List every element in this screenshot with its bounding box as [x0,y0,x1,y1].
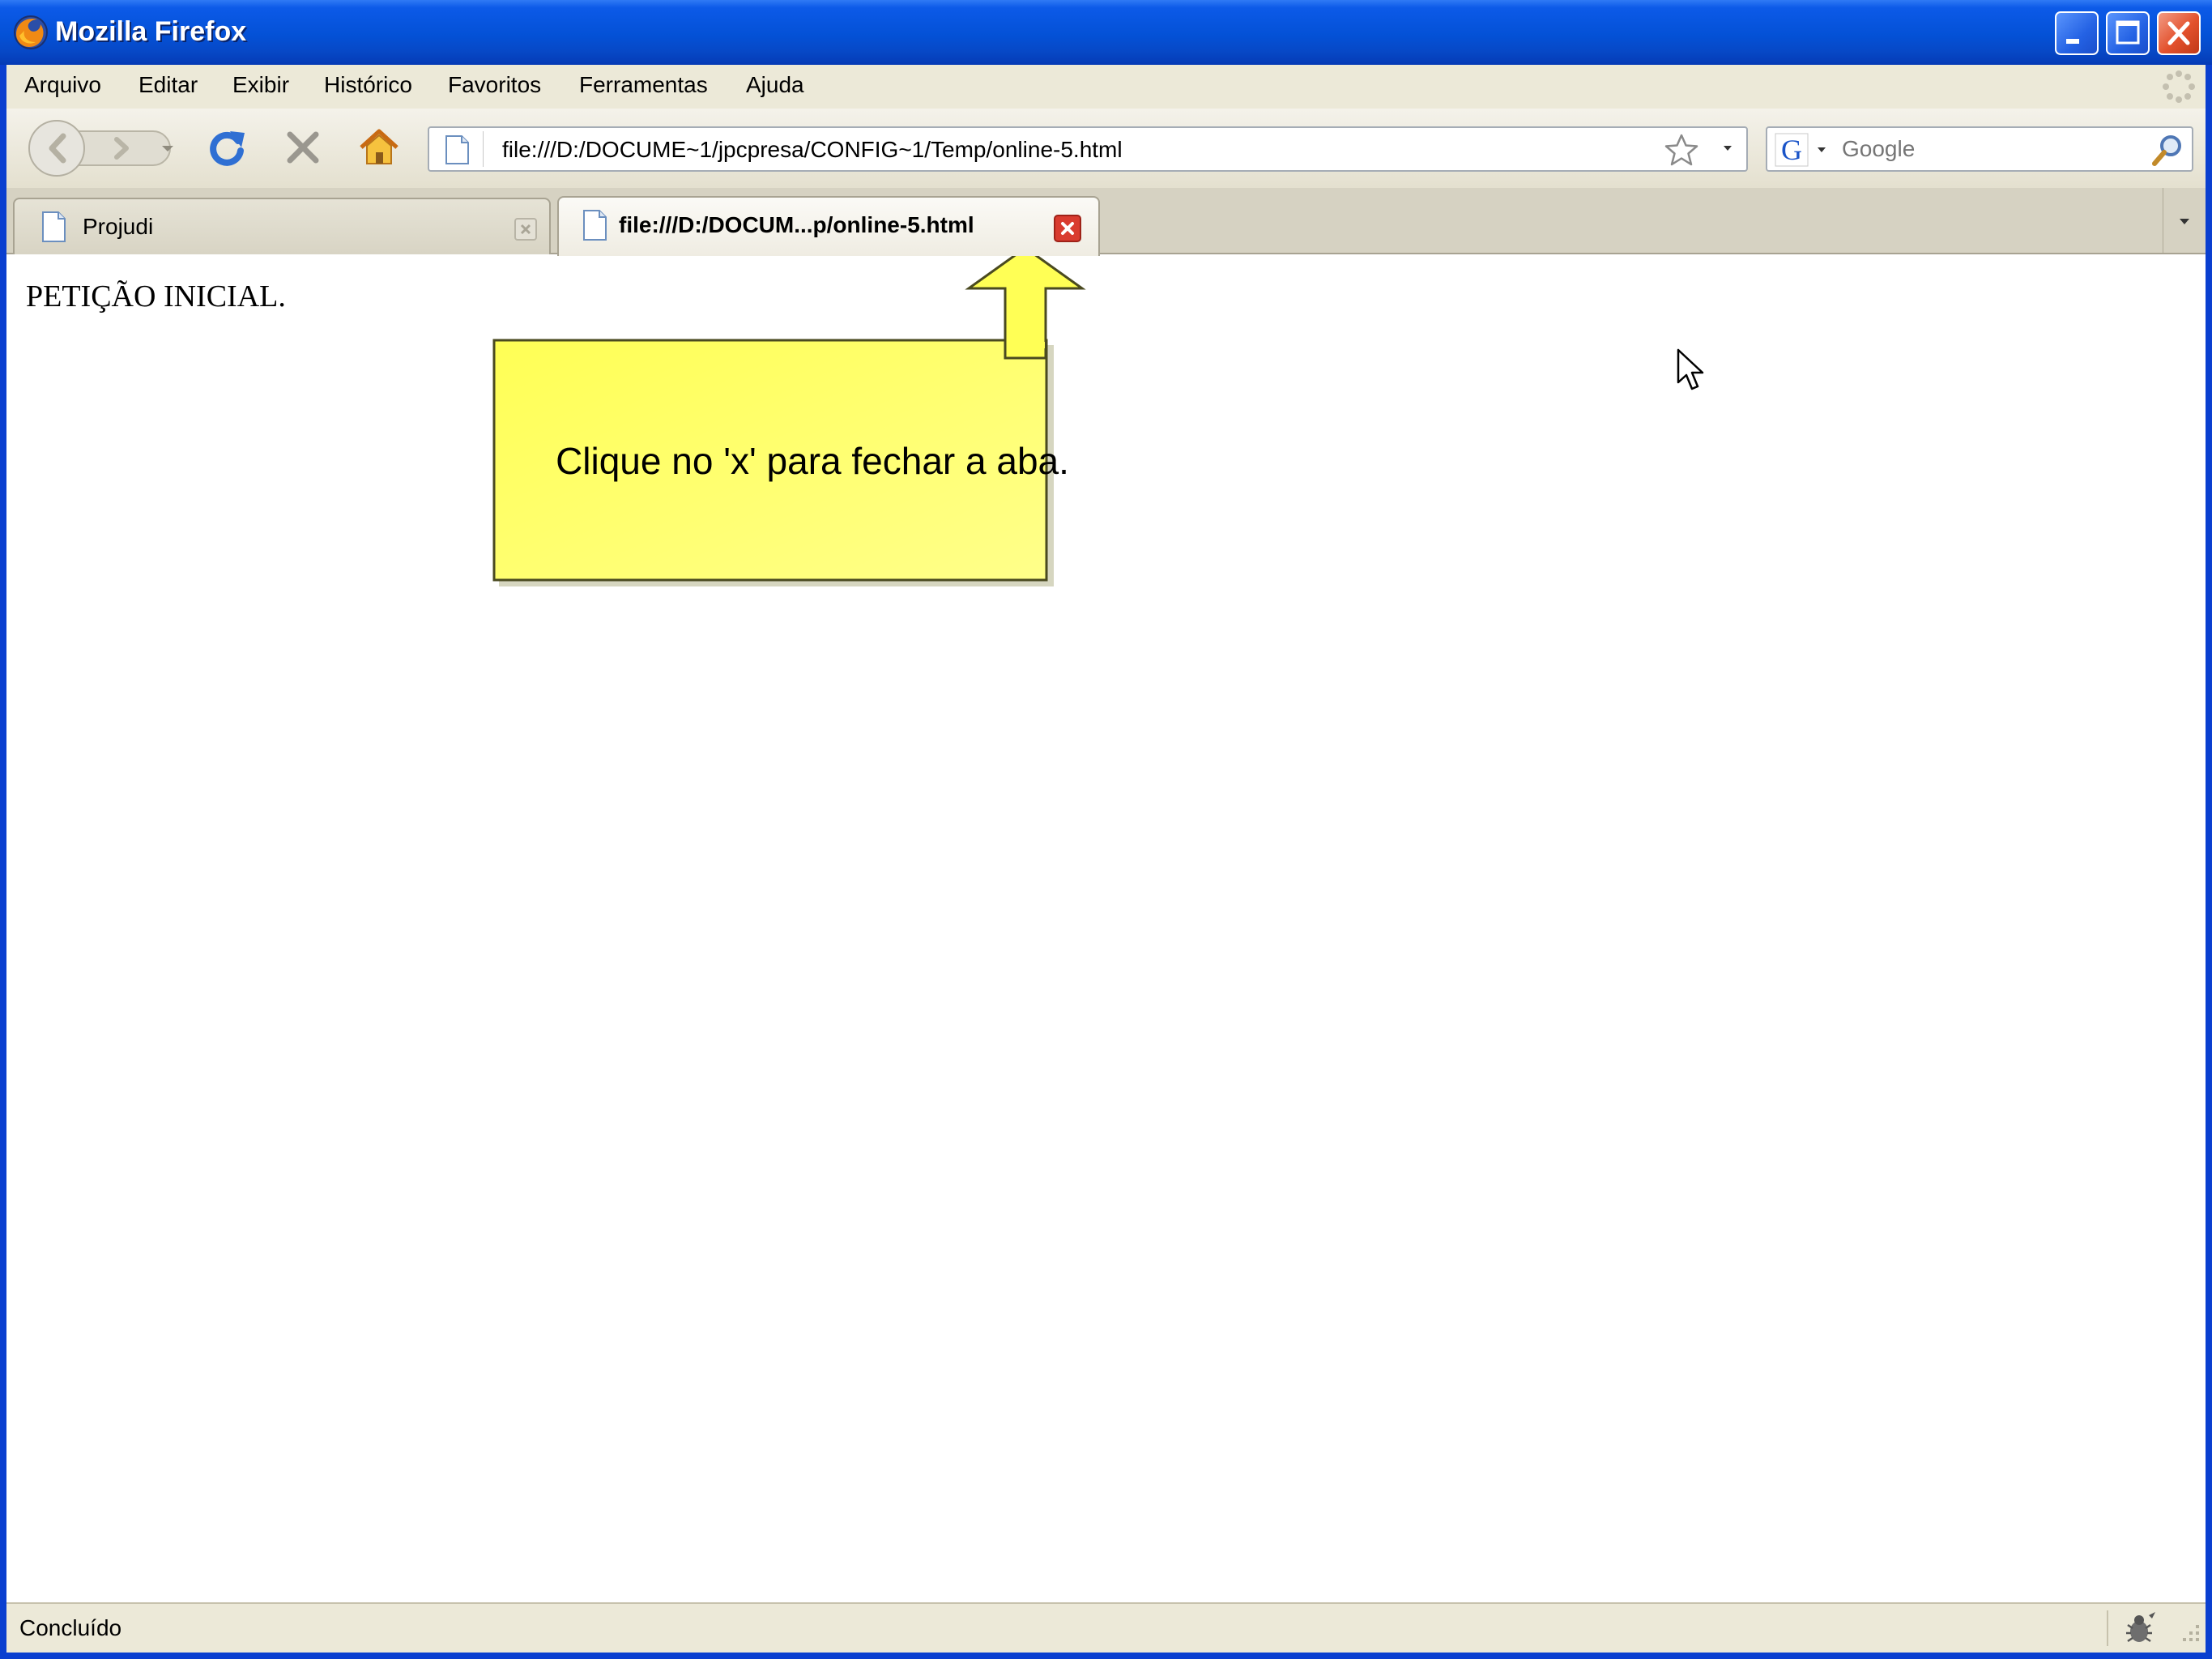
close-icon [2167,21,2190,45]
menu-arquivo[interactable]: Arquivo [24,72,101,98]
search-bar[interactable]: G [1766,126,2193,172]
status-bar: Concluído [6,1602,2206,1653]
minimize-icon [2066,39,2079,44]
page-icon [42,211,66,242]
tab-projudi[interactable]: Projudi [13,198,551,254]
url-history-dropdown-icon[interactable] [1720,143,1735,154]
page-icon [583,210,607,241]
status-text: Concluído [19,1615,122,1640]
close-window-button[interactable] [2157,11,2201,55]
firefox-window: Mozilla Firefox Arquivo Editar Exibir Hi… [0,0,2212,1659]
maximize-icon [2116,20,2140,45]
firebug-icon[interactable] [2121,1610,2160,1646]
throbber-icon [2163,70,2195,103]
magnifier-icon[interactable] [2150,133,2185,168]
menu-bar: Arquivo Editar Exibir Histórico Favorito… [6,65,2206,109]
minimize-button[interactable] [2055,11,2099,55]
status-divider [2107,1610,2108,1646]
navigation-toolbar: file:///D:/DOCUME~1/jpcpresa/CONFIG~1/Te… [6,109,2206,189]
title-bar[interactable]: Mozilla Firefox [0,0,2212,65]
svg-text:G: G [1781,134,1802,166]
window-title: Mozilla Firefox [55,16,247,47]
menu-ajuda[interactable]: Ajuda [746,72,804,98]
list-all-tabs-button[interactable] [2163,188,2206,253]
stop-icon[interactable] [279,123,327,172]
tab-online-5[interactable]: file:///D:/DOCUM...p/online-5.html [557,196,1100,256]
url-bar[interactable]: file:///D:/DOCUME~1/jpcpresa/CONFIG~1/Te… [428,126,1748,172]
tab-label: file:///D:/DOCUM...p/online-5.html [619,212,974,237]
maximize-button[interactable] [2106,11,2150,55]
search-input[interactable] [1842,132,2133,166]
firefox-logo-icon [14,15,48,49]
callout-text: Clique no 'x' para fechar a aba. [556,440,1069,482]
url-separator [483,131,484,167]
resize-grip-icon[interactable] [2176,1618,2202,1644]
close-tab-icon[interactable] [1053,214,1082,243]
menu-historico[interactable]: Histórico [324,72,412,98]
page-icon [445,135,469,164]
menu-favoritos[interactable]: Favoritos [448,72,541,98]
google-search-icon[interactable]: G [1774,132,1832,168]
tab-label: Projudi [83,214,154,239]
page-content: PETIÇÃO INICIAL. Clique no 'x' para fech… [6,246,2206,1602]
callout-box [492,246,1086,586]
chevron-down-icon [2180,219,2189,224]
bookmark-star-icon[interactable] [1664,133,1699,167]
menu-editar[interactable]: Editar [139,72,198,98]
url-input[interactable]: file:///D:/DOCUME~1/jpcpresa/CONFIG~1/Te… [502,137,1123,163]
home-icon[interactable] [355,123,403,172]
reload-icon[interactable] [202,123,251,172]
menu-exibir[interactable]: Exibir [232,72,289,98]
back-button[interactable] [19,118,100,178]
page-heading: PETIÇÃO INICIAL. [26,279,286,313]
menu-ferramentas[interactable]: Ferramentas [579,72,708,98]
forward-button[interactable] [100,131,151,165]
history-dropdown-button[interactable] [156,131,183,165]
mouse-cursor-icon [1677,348,1704,390]
